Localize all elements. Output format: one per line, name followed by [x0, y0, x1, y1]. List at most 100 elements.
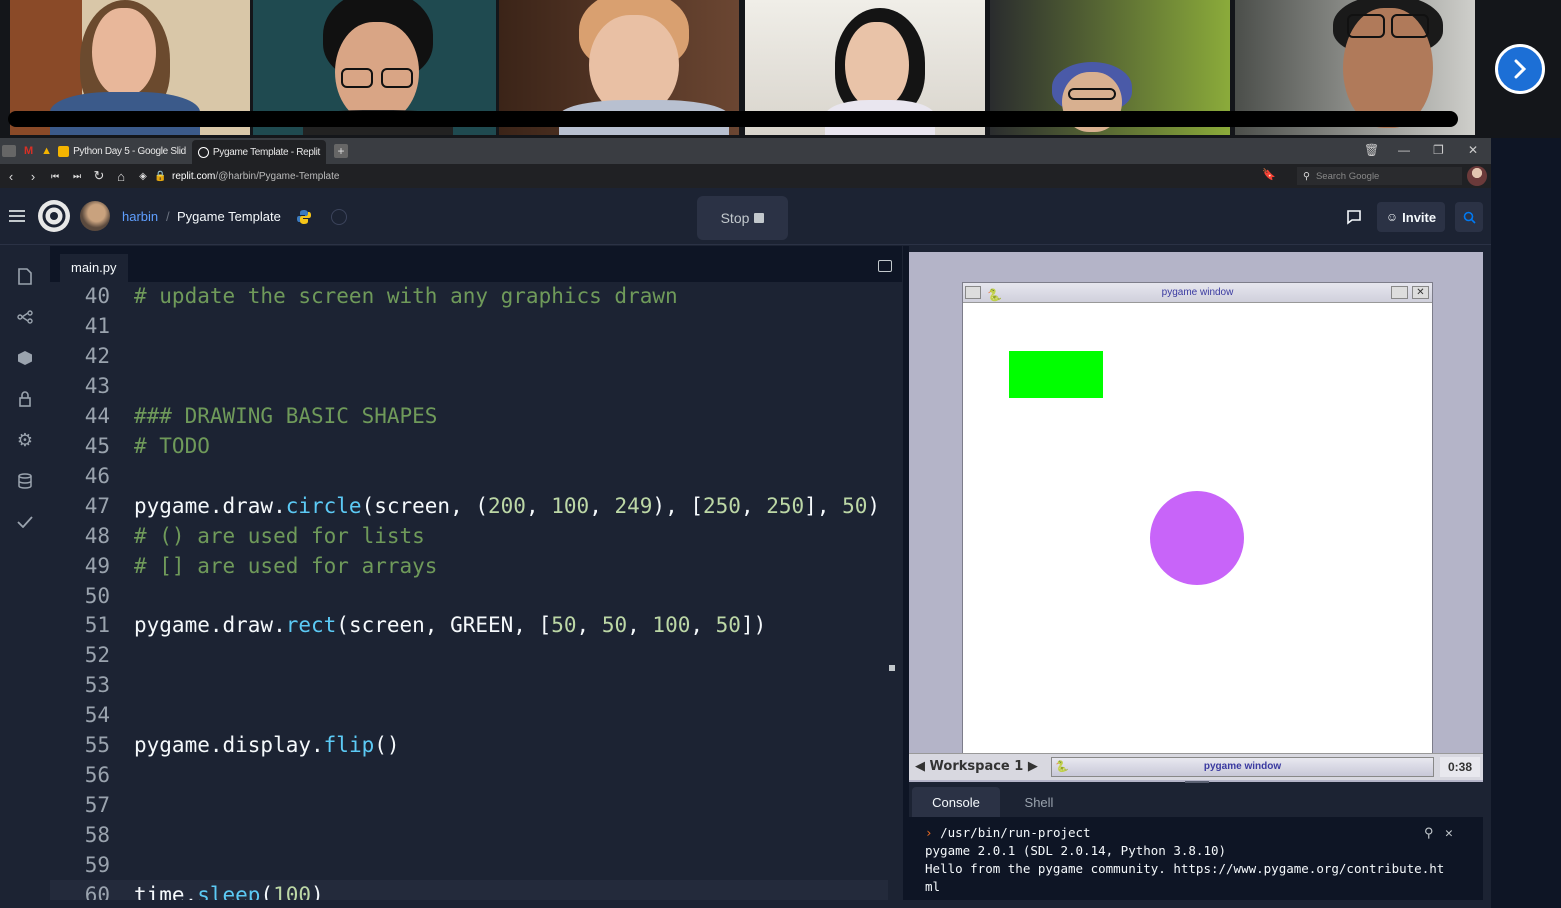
code-line[interactable]: 57 — [50, 790, 888, 820]
pygame-window-title: pygame window — [1161, 287, 1234, 298]
pygame-close-button[interactable]: ✕ — [1412, 286, 1429, 299]
chat-icon — [1347, 210, 1361, 225]
file-tab-main[interactable]: main.py — [60, 254, 128, 282]
next-participants-button[interactable] — [1495, 44, 1545, 94]
pygame-minimize-button[interactable] — [1391, 286, 1408, 299]
code-line[interactable]: 49 # [] are used for arrays — [50, 551, 888, 581]
code-line[interactable]: 56 — [50, 760, 888, 790]
code-text: pygame.display.flip() — [134, 733, 400, 758]
code-line[interactable]: 48 # () are used for lists — [50, 521, 888, 551]
outline-icon[interactable] — [878, 260, 892, 272]
code-line[interactable]: 51 pygame.draw.rect(screen, GREEN, [50, 5… — [50, 610, 888, 640]
code-line[interactable]: 41 — [50, 311, 888, 341]
browser-profile-avatar[interactable] — [1467, 166, 1487, 186]
stop-button[interactable]: Stop — [697, 196, 788, 240]
browser-tab-replit[interactable]: Pygame Template - Replit — [191, 140, 327, 164]
replit-logo[interactable] — [38, 200, 70, 232]
trash-icon[interactable]: 🗑 — [1364, 143, 1379, 157]
prompt-icon: › — [925, 825, 933, 840]
files-icon[interactable] — [15, 266, 35, 286]
code-line[interactable]: 55 pygame.display.flip() — [50, 730, 888, 760]
browser-tab-slides[interactable]: Python Day 5 - Google Slid — [52, 141, 192, 161]
checkmark-icon[interactable] — [15, 512, 35, 532]
chat-button[interactable] — [1336, 202, 1372, 232]
back-icon[interactable]: ‹ — [0, 169, 22, 184]
new-tab-button[interactable]: + — [334, 144, 349, 158]
project-title[interactable]: Pygame Template — [177, 209, 281, 224]
database-icon[interactable] — [15, 471, 35, 491]
forward-icon[interactable]: › — [22, 169, 44, 184]
code-line[interactable]: 44 ### DRAWING BASIC SHAPES — [50, 401, 888, 431]
line-number: 43 — [84, 373, 110, 398]
code-line[interactable]: 50 — [50, 581, 888, 611]
pygame-window[interactable]: 🐍 pygame window ✕ — [962, 282, 1433, 754]
url-field[interactable]: replit.com/@harbin/Pygame-Template — [172, 171, 339, 182]
packages-icon[interactable] — [15, 348, 35, 368]
console-search-icon[interactable]: ⚲ — [1424, 825, 1434, 843]
code-text: pygame.draw.circle(screen, (200, 100, 24… — [134, 493, 881, 518]
tab-menu-icon[interactable] — [2, 145, 16, 157]
code-line[interactable]: 59 — [50, 850, 888, 880]
google-search-box[interactable]: ⚲ Search Google — [1297, 167, 1462, 185]
workspace-switcher[interactable]: ◀ Workspace 1 ▶ — [915, 759, 1038, 774]
console-output[interactable]: › /usr/bin/run-project pygame 2.0.1 (SDL… — [909, 817, 1483, 908]
console-line: pygame 2.0.1 (SDL 2.0.14, Python 3.8.10) — [925, 843, 1227, 858]
pygame-window-titlebar[interactable]: 🐍 pygame window ✕ — [963, 283, 1432, 303]
home-icon[interactable]: ⌂ — [110, 169, 132, 184]
code-line[interactable]: 43 — [50, 371, 888, 401]
console-resize-handle[interactable] — [1185, 781, 1209, 783]
fast-forward-icon[interactable]: ⏭ — [66, 171, 88, 182]
add-user-icon: ☺ — [1385, 210, 1399, 224]
code-line[interactable]: 54 — [50, 700, 888, 730]
line-number: 45 — [84, 433, 110, 458]
taskbar-window-button[interactable]: 🐍 pygame window — [1051, 757, 1434, 777]
shield-icon[interactable]: ◈ — [132, 171, 154, 182]
secrets-lock-icon[interactable] — [15, 389, 35, 409]
invite-label: Invite — [1402, 209, 1437, 225]
stop-label: Stop — [720, 210, 750, 226]
minimize-button[interactable]: — — [1398, 143, 1410, 157]
line-number: 53 — [84, 673, 110, 698]
console-line: Hello from the pygame community. https:/… — [925, 861, 1445, 876]
console-command: /usr/bin/run-project — [940, 825, 1091, 840]
code-line[interactable]: 47 pygame.draw.circle(screen, (200, 100, … — [50, 491, 888, 521]
menu-icon[interactable] — [9, 210, 25, 222]
settings-gear-icon[interactable]: ⚙ — [15, 430, 35, 450]
editor-tabstrip — [50, 246, 902, 284]
reload-icon[interactable]: ↻ — [88, 168, 110, 184]
search-button[interactable] — [1455, 202, 1483, 232]
close-window-button[interactable]: ✕ — [1468, 143, 1478, 157]
bookmark-icon[interactable]: 🔖 — [1262, 168, 1276, 181]
vnc-taskbar: ◀ Workspace 1 ▶ 🐍 pygame window 0:38 — [909, 753, 1483, 780]
code-line[interactable]: 52 — [50, 640, 888, 670]
code-line[interactable]: 58 — [50, 820, 888, 850]
drawn-purple-circle — [1150, 491, 1244, 585]
restore-button[interactable]: ❐ — [1433, 143, 1444, 157]
code-line[interactable]: 46 — [50, 461, 888, 491]
tab-console[interactable]: Console — [912, 787, 1000, 817]
line-number: 50 — [84, 583, 110, 608]
code-line[interactable]: 42 — [50, 341, 888, 371]
code-line[interactable]: 40 # update the screen with any graphics … — [50, 281, 888, 311]
code-line[interactable]: 45 # TODO — [50, 431, 888, 461]
invite-button[interactable]: ☺ Invite — [1377, 202, 1445, 232]
code-line[interactable]: 53 — [50, 670, 888, 700]
user-avatar[interactable] — [80, 201, 110, 231]
gmail-icon[interactable]: M — [24, 145, 33, 157]
workspace-label: Workspace 1 — [929, 759, 1024, 774]
owner-link[interactable]: harbin — [122, 209, 158, 224]
code-text: pygame.draw.rect(screen, GREEN, [50, 50,… — [134, 613, 767, 638]
pygame-snake-icon: 🐍 — [987, 288, 1002, 302]
rewind-icon[interactable]: ⏮ — [44, 171, 66, 182]
tab-shell[interactable]: Shell — [995, 787, 1083, 817]
line-number: 51 — [84, 613, 110, 638]
console-clear-icon[interactable]: ✕ — [1445, 825, 1453, 843]
drive-icon[interactable]: ▲ — [41, 145, 52, 157]
file-tab-label: main.py — [71, 259, 117, 275]
tab-label: Python Day 5 - Google Slid — [73, 145, 186, 157]
code-text: # () are used for lists — [134, 523, 425, 548]
window-menu-button[interactable] — [965, 286, 981, 299]
code-area[interactable]: 40 # update the screen with any graphics … — [50, 282, 902, 908]
spinner-icon — [331, 209, 347, 225]
version-control-icon[interactable] — [15, 307, 35, 327]
